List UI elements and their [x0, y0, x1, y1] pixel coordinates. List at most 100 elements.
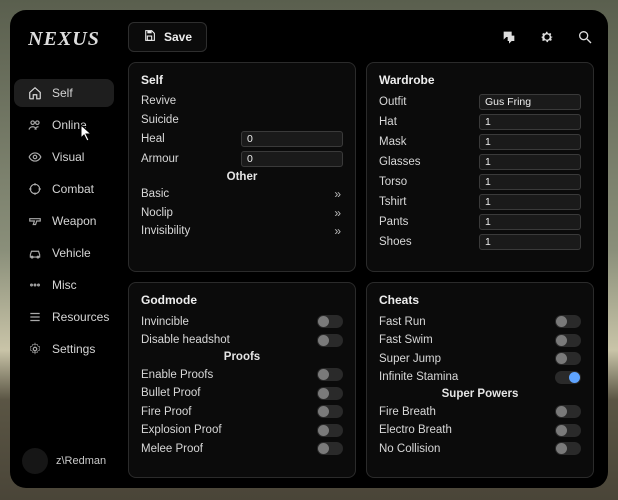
save-button[interactable]: Save	[128, 22, 207, 52]
heal-input[interactable]	[241, 131, 343, 147]
eye-icon	[28, 150, 42, 164]
app-window: NEXUS Self Online Visual Combat Weapon	[10, 10, 608, 488]
tshirt-input[interactable]	[479, 194, 581, 210]
row-pants: Pants	[377, 212, 583, 232]
avatar	[22, 448, 48, 474]
shoes-input[interactable]	[479, 234, 581, 250]
toggle-enable-proofs[interactable]	[317, 368, 343, 381]
row-tshirt: Tshirt	[377, 192, 583, 212]
sidebar-item-combat[interactable]: Combat	[14, 175, 114, 203]
toggle-disable-headshot[interactable]	[317, 334, 343, 347]
toggle-fast-run[interactable]	[555, 315, 581, 328]
sidebar-item-visual[interactable]: Visual	[14, 143, 114, 171]
sidebar-label: Vehicle	[52, 246, 91, 260]
row-no-collision: No Collision	[377, 439, 583, 458]
row-outfit: Outfit	[377, 92, 583, 112]
toggle-infinite-stamina[interactable]	[555, 371, 581, 384]
sidebar-item-settings[interactable]: Settings	[14, 335, 114, 363]
save-icon	[143, 29, 156, 45]
sidebar-label: Misc	[52, 278, 77, 292]
row-noclip[interactable]: Noclip»	[139, 204, 345, 223]
outfit-input[interactable]	[479, 94, 581, 110]
hat-input[interactable]	[479, 114, 581, 130]
main: Save Self Revive Suicide Heal Armour	[118, 10, 608, 488]
settings-gear-icon[interactable]	[538, 28, 556, 46]
chevron-right-icon: »	[334, 224, 343, 238]
username: z\Redman	[56, 455, 106, 467]
user-footer: z\Redman	[10, 440, 118, 480]
chat-icon[interactable]	[500, 28, 518, 46]
sidebar-item-weapon[interactable]: Weapon	[14, 207, 114, 235]
toggle-electro-breath[interactable]	[555, 424, 581, 437]
row-invisibility[interactable]: Invisibility»	[139, 222, 345, 241]
app-logo: NEXUS	[10, 24, 118, 55]
torso-input[interactable]	[479, 174, 581, 190]
toggle-bullet-proof[interactable]	[317, 387, 343, 400]
gear-icon	[28, 342, 42, 356]
chevron-right-icon: »	[334, 187, 343, 201]
search-icon[interactable]	[576, 28, 594, 46]
toggle-no-collision[interactable]	[555, 442, 581, 455]
row-melee-proof: Melee Proof	[139, 439, 345, 458]
toggle-explosion-proof[interactable]	[317, 424, 343, 437]
pants-input[interactable]	[479, 214, 581, 230]
row-disable-headshot: Disable headshot	[139, 331, 345, 350]
sidebar-label: Weapon	[52, 214, 96, 228]
subhead-other: Other	[139, 169, 345, 185]
toggle-invincible[interactable]	[317, 315, 343, 328]
sidebar-label: Self	[52, 86, 73, 100]
row-electro-breath: Electro Breath	[377, 421, 583, 440]
row-bullet-proof: Bullet Proof	[139, 384, 345, 403]
sidebar-item-online[interactable]: Online	[14, 111, 114, 139]
panel-title: Wardrobe	[377, 69, 583, 92]
nav: Self Online Visual Combat Weapon Vehicle	[10, 77, 118, 365]
row-armour: Armour	[139, 149, 345, 169]
dots-icon	[28, 278, 42, 292]
sidebar-item-self[interactable]: Self	[14, 79, 114, 107]
row-mask: Mask	[377, 132, 583, 152]
row-enable-proofs: Enable Proofs	[139, 365, 345, 384]
sidebar-label: Resources	[52, 310, 109, 324]
panel-self: Self Revive Suicide Heal Armour Other Ba…	[128, 62, 356, 272]
subhead-proofs: Proofs	[139, 349, 345, 365]
row-infinite-stamina: Infinite Stamina	[377, 368, 583, 387]
glasses-input[interactable]	[479, 154, 581, 170]
row-shoes: Shoes	[377, 232, 583, 252]
row-explosion-proof: Explosion Proof	[139, 421, 345, 440]
row-heal: Heal	[139, 129, 345, 149]
sidebar-item-vehicle[interactable]: Vehicle	[14, 239, 114, 267]
save-label: Save	[164, 30, 192, 44]
panel-cheats: Cheats Fast Run Fast Swim Super Jump Inf…	[366, 282, 594, 478]
sidebar-item-resources[interactable]: Resources	[14, 303, 114, 331]
panel-wardrobe: Wardrobe Outfit Hat Mask Glasses Torso T…	[366, 62, 594, 272]
row-fast-run: Fast Run	[377, 312, 583, 331]
panels-grid: Self Revive Suicide Heal Armour Other Ba…	[128, 62, 594, 478]
row-invincible: Invincible	[139, 312, 345, 331]
row-hat: Hat	[377, 112, 583, 132]
row-fire-breath: Fire Breath	[377, 402, 583, 421]
armour-input[interactable]	[241, 151, 343, 167]
list-icon	[28, 310, 42, 324]
sidebar-item-misc[interactable]: Misc	[14, 271, 114, 299]
sidebar-label: Visual	[52, 150, 84, 164]
row-basic[interactable]: Basic»	[139, 185, 345, 204]
row-suicide[interactable]: Suicide	[139, 111, 345, 130]
crosshair-icon	[28, 182, 42, 196]
subhead-super-powers: Super Powers	[377, 386, 583, 402]
sidebar-label: Online	[52, 118, 87, 132]
topbar: Save	[128, 22, 594, 62]
car-icon	[28, 246, 42, 260]
chevron-right-icon: »	[334, 206, 343, 220]
toggle-super-jump[interactable]	[555, 352, 581, 365]
home-icon	[28, 86, 42, 100]
toggle-fire-breath[interactable]	[555, 405, 581, 418]
row-super-jump: Super Jump	[377, 349, 583, 368]
users-icon	[28, 118, 42, 132]
toggle-fire-proof[interactable]	[317, 405, 343, 418]
row-revive[interactable]: Revive	[139, 92, 345, 111]
toggle-fast-swim[interactable]	[555, 334, 581, 347]
toggle-melee-proof[interactable]	[317, 442, 343, 455]
panel-title: Godmode	[139, 289, 345, 312]
sidebar: NEXUS Self Online Visual Combat Weapon	[10, 10, 118, 488]
mask-input[interactable]	[479, 134, 581, 150]
